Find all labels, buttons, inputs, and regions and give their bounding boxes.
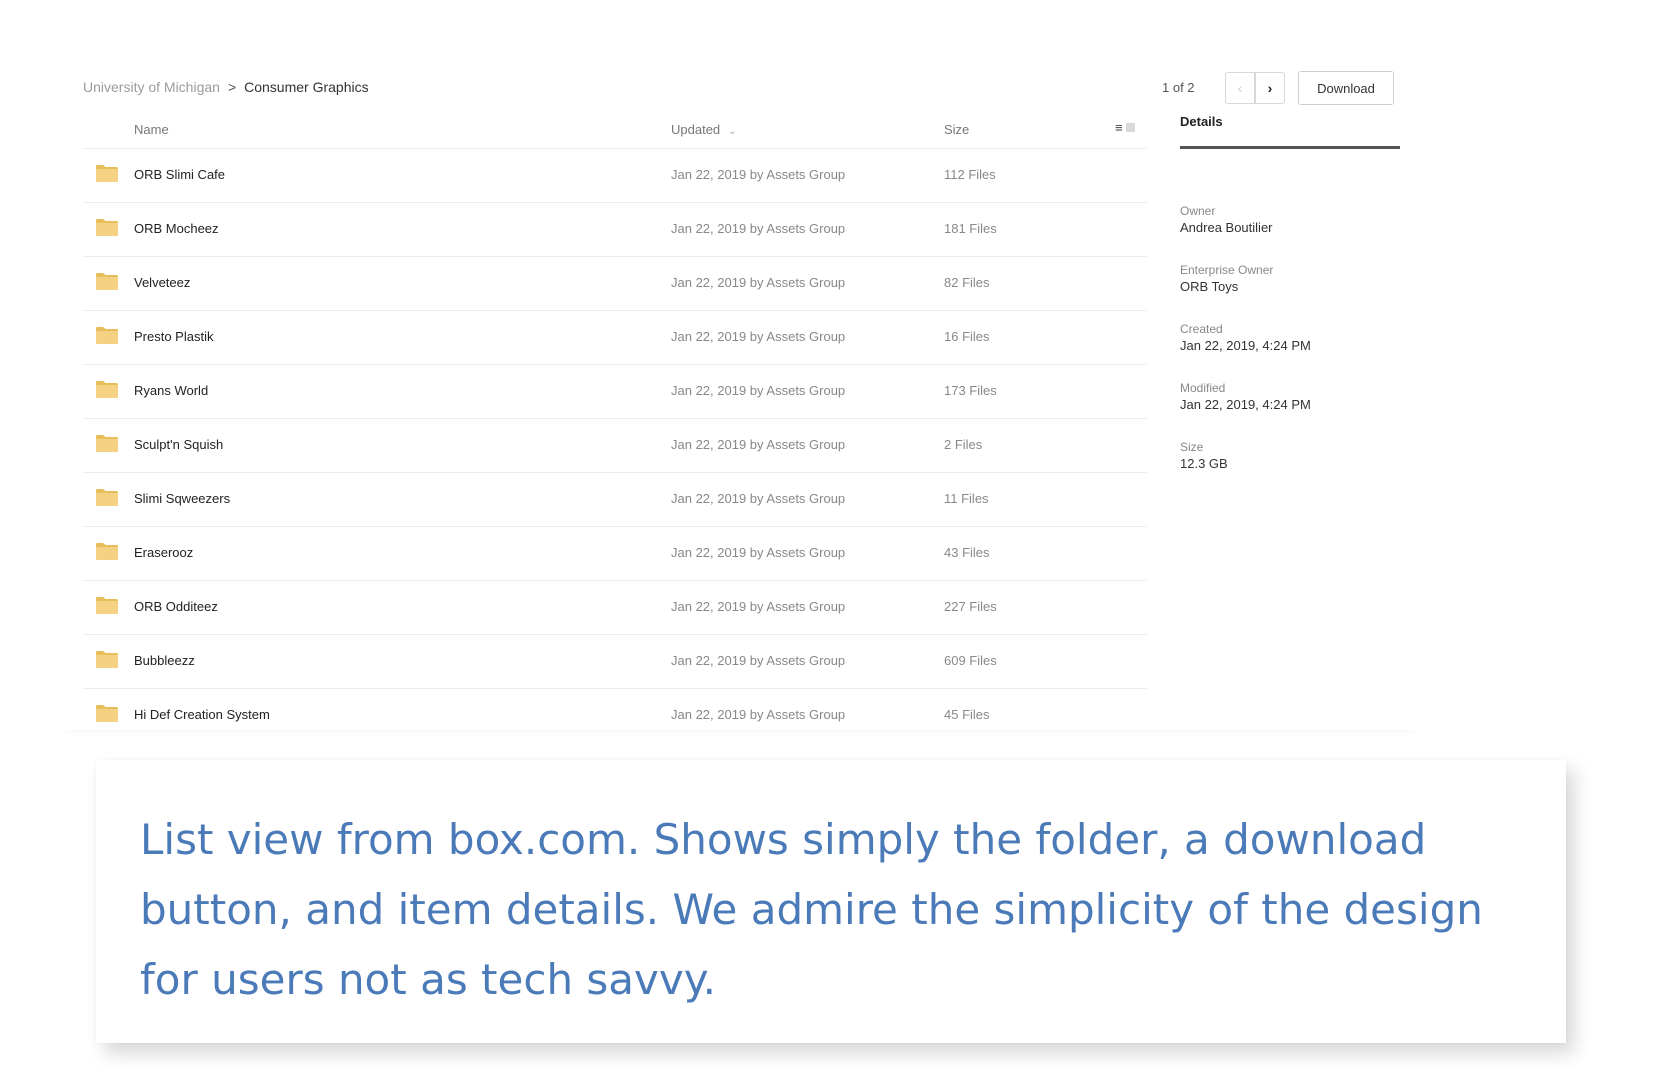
page-indicator: 1 of 2	[1162, 80, 1195, 95]
caption-card: List view from box.com. Shows simply the…	[96, 760, 1566, 1043]
detail-value: Jan 22, 2019, 4:24 PM	[1180, 397, 1311, 412]
detail-item: Owner Andrea Boutilier	[1180, 203, 1400, 262]
folder-size: 2 Files	[944, 437, 983, 452]
folder-icon	[96, 489, 118, 506]
folder-updated: Jan 22, 2019 by Assets Group	[671, 221, 846, 236]
folder-size: 609 Files	[944, 653, 997, 668]
detail-label: Owner	[1180, 204, 1216, 218]
folder-updated: Jan 22, 2019 by Assets Group	[671, 167, 846, 182]
folder-icon	[96, 327, 118, 344]
folder-updated: Jan 22, 2019 by Assets Group	[671, 653, 846, 668]
download-button[interactable]: Download	[1298, 71, 1394, 105]
folder-icon	[96, 651, 118, 668]
folder-name[interactable]: Presto Plastik	[134, 329, 213, 344]
table-row[interactable]: Ryans World Jan 22, 2019 by Assets Group 1…	[83, 365, 1147, 419]
folder-name[interactable]: ORB Mocheez	[134, 221, 219, 236]
folder-name[interactable]: Bubbleezz	[134, 653, 195, 668]
detail-label: Created	[1180, 322, 1223, 336]
column-header-size[interactable]: Size	[944, 122, 969, 137]
folder-icon	[96, 435, 118, 452]
next-page-button[interactable]: ›	[1255, 72, 1285, 104]
folder-size: 16 Files	[944, 329, 990, 344]
folder-updated: Jan 22, 2019 by Assets Group	[671, 599, 846, 614]
detail-value: 12.3 GB	[1180, 456, 1228, 471]
details-panel: Owner Andrea Boutilier Enterprise Owner ORB…	[1180, 203, 1400, 498]
folder-size: 112 Files	[944, 167, 996, 182]
page: University of Michigan > Consumer Graphics…	[0, 0, 1668, 1080]
folder-icon	[96, 597, 118, 614]
table-row[interactable]: Presto Plastik Jan 22, 2019 by Assets Gro…	[83, 311, 1147, 365]
detail-item: Modified Jan 22, 2019, 4:24 PM	[1180, 380, 1400, 439]
table-row[interactable]: ORB Slimi Cafe Jan 22, 2019 by Assets Gro…	[83, 149, 1147, 203]
folder-icon	[96, 273, 118, 290]
breadcrumb: University of Michigan > Consumer Graphics	[83, 79, 369, 95]
folder-name[interactable]: Eraserooz	[134, 545, 193, 560]
box-list-view-screenshot: University of Michigan > Consumer Graphics…	[58, 60, 1422, 730]
table-row[interactable]: ORB Odditeez Jan 22, 2019 by Assets Group…	[83, 581, 1147, 635]
table-row[interactable]: Velveteez Jan 22, 2019 by Assets Group 82 …	[83, 257, 1147, 311]
view-toggle: ≡	[1115, 120, 1135, 135]
detail-item: Size 12.3 GB	[1180, 439, 1400, 498]
folder-name[interactable]: ORB Slimi Cafe	[134, 167, 225, 182]
list-view-icon[interactable]: ≡	[1115, 120, 1123, 135]
chevron-left-icon: ‹	[1237, 80, 1243, 96]
folder-size: 173 Files	[944, 383, 997, 398]
column-header-updated[interactable]: Updated ⌄	[671, 122, 737, 137]
detail-value: Jan 22, 2019, 4:24 PM	[1180, 338, 1311, 353]
folder-name[interactable]: Sculpt'n Squish	[134, 437, 223, 452]
table-row[interactable]: Eraserooz Jan 22, 2019 by Assets Group 43 …	[83, 527, 1147, 581]
folder-icon	[96, 219, 118, 236]
folder-size: 82 Files	[944, 275, 990, 290]
folder-icon	[96, 381, 118, 398]
table-row[interactable]: Slimi Sqweezers Jan 22, 2019 by Assets Gr…	[83, 473, 1147, 527]
detail-label: Enterprise Owner	[1180, 263, 1274, 277]
table-row[interactable]: ORB Mocheez Jan 22, 2019 by Assets Group 1…	[83, 203, 1147, 257]
table-header: Name Updated ⌄ Size ≡	[83, 110, 1147, 149]
tab-details[interactable]: Details	[1180, 114, 1400, 149]
folder-updated: Jan 22, 2019 by Assets Group	[671, 275, 846, 290]
detail-value: ORB Toys	[1180, 279, 1239, 294]
folder-updated: Jan 22, 2019 by Assets Group	[671, 707, 846, 722]
folder-name[interactable]: Hi Def Creation System	[134, 707, 270, 722]
folder-list: ORB Slimi Cafe Jan 22, 2019 by Assets Gro…	[83, 149, 1147, 742]
detail-label: Modified	[1180, 381, 1226, 395]
detail-item: Enterprise Owner ORB Toys	[1180, 262, 1400, 321]
folder-icon	[96, 543, 118, 560]
chevron-down-icon: ⌄	[728, 126, 737, 137]
table-row[interactable]: Hi Def Creation System Jan 22, 2019 by As…	[83, 689, 1147, 742]
folder-size: 43 Files	[944, 545, 990, 560]
folder-icon	[96, 705, 118, 722]
detail-value: Andrea Boutilier	[1180, 220, 1273, 235]
chevron-right-icon: ›	[1267, 80, 1273, 96]
breadcrumb-separator-icon: >	[227, 79, 237, 95]
breadcrumb-current: Consumer Graphics	[244, 79, 369, 95]
folder-size: 45 Files	[944, 707, 990, 722]
column-header-updated-label: Updated	[671, 122, 721, 137]
folder-name[interactable]: Ryans World	[134, 383, 208, 398]
folder-size: 11 Files	[944, 491, 989, 506]
grid-view-icon[interactable]	[1125, 123, 1135, 132]
breadcrumb-root[interactable]: University of Michigan	[83, 79, 220, 95]
previous-page-button[interactable]: ‹	[1225, 72, 1255, 104]
folder-updated: Jan 22, 2019 by Assets Group	[671, 491, 846, 506]
detail-item: Created Jan 22, 2019, 4:24 PM	[1180, 321, 1400, 380]
table-row[interactable]: Sculpt'n Squish Jan 22, 2019 by Assets Gr…	[83, 419, 1147, 473]
folder-name[interactable]: Slimi Sqweezers	[134, 491, 230, 506]
column-header-name[interactable]: Name	[134, 122, 169, 137]
detail-label: Size	[1180, 440, 1204, 454]
folder-name[interactable]: Velveteez	[134, 275, 190, 290]
folder-updated: Jan 22, 2019 by Assets Group	[671, 383, 846, 398]
folder-updated: Jan 22, 2019 by Assets Group	[671, 437, 846, 452]
table-row[interactable]: Bubbleezz Jan 22, 2019 by Assets Group 609…	[83, 635, 1147, 689]
caption-text: List view from box.com. Shows simply the…	[140, 815, 1483, 1004]
folder-size: 181 Files	[944, 221, 997, 236]
folder-icon	[96, 165, 118, 182]
folder-updated: Jan 22, 2019 by Assets Group	[671, 545, 846, 560]
folder-updated: Jan 22, 2019 by Assets Group	[671, 329, 846, 344]
folder-size: 227 Files	[944, 599, 997, 614]
folder-name[interactable]: ORB Odditeez	[134, 599, 218, 614]
